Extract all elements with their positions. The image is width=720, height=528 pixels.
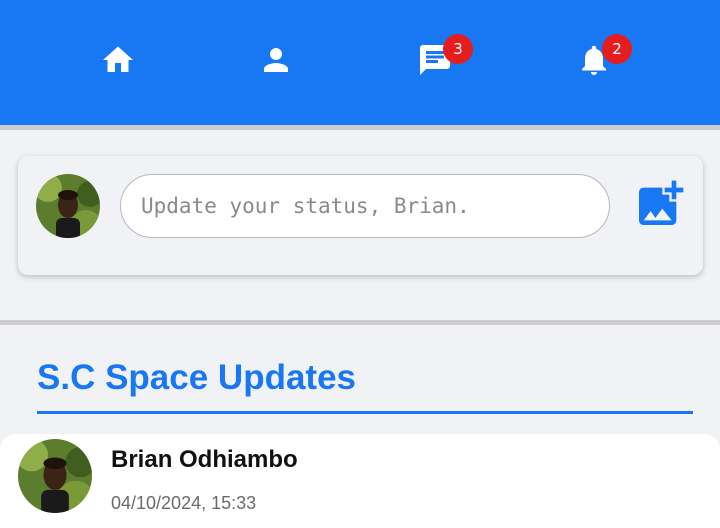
post-avatar[interactable] bbox=[18, 439, 92, 513]
notifications-badge: 2 bbox=[602, 34, 632, 64]
header-divider bbox=[0, 125, 720, 130]
home-icon bbox=[103, 46, 133, 72]
status-composer bbox=[18, 156, 703, 275]
user-photo-icon bbox=[36, 174, 100, 238]
post-timestamp: 04/10/2024, 15:33 bbox=[111, 493, 257, 513]
avatar[interactable] bbox=[36, 174, 100, 238]
user-photo-icon bbox=[18, 439, 92, 513]
status-input[interactable] bbox=[120, 174, 610, 238]
profile-button[interactable] bbox=[256, 40, 296, 80]
section-underline bbox=[37, 411, 693, 414]
messages-badge: 3 bbox=[443, 34, 473, 64]
section-title: S.C Space Updates bbox=[37, 358, 356, 397]
add-photo-icon bbox=[639, 180, 684, 225]
post-card[interactable]: Brian Odhiambo 04/10/2024, 15:33 bbox=[0, 434, 720, 528]
home-button[interactable] bbox=[98, 40, 138, 80]
add-photo-button[interactable] bbox=[632, 176, 688, 232]
post-author-name[interactable]: Brian Odhiambo bbox=[111, 446, 298, 474]
person-icon bbox=[264, 48, 288, 72]
section-divider bbox=[0, 320, 720, 325]
top-navigation-bar: 3 2 bbox=[0, 0, 720, 125]
